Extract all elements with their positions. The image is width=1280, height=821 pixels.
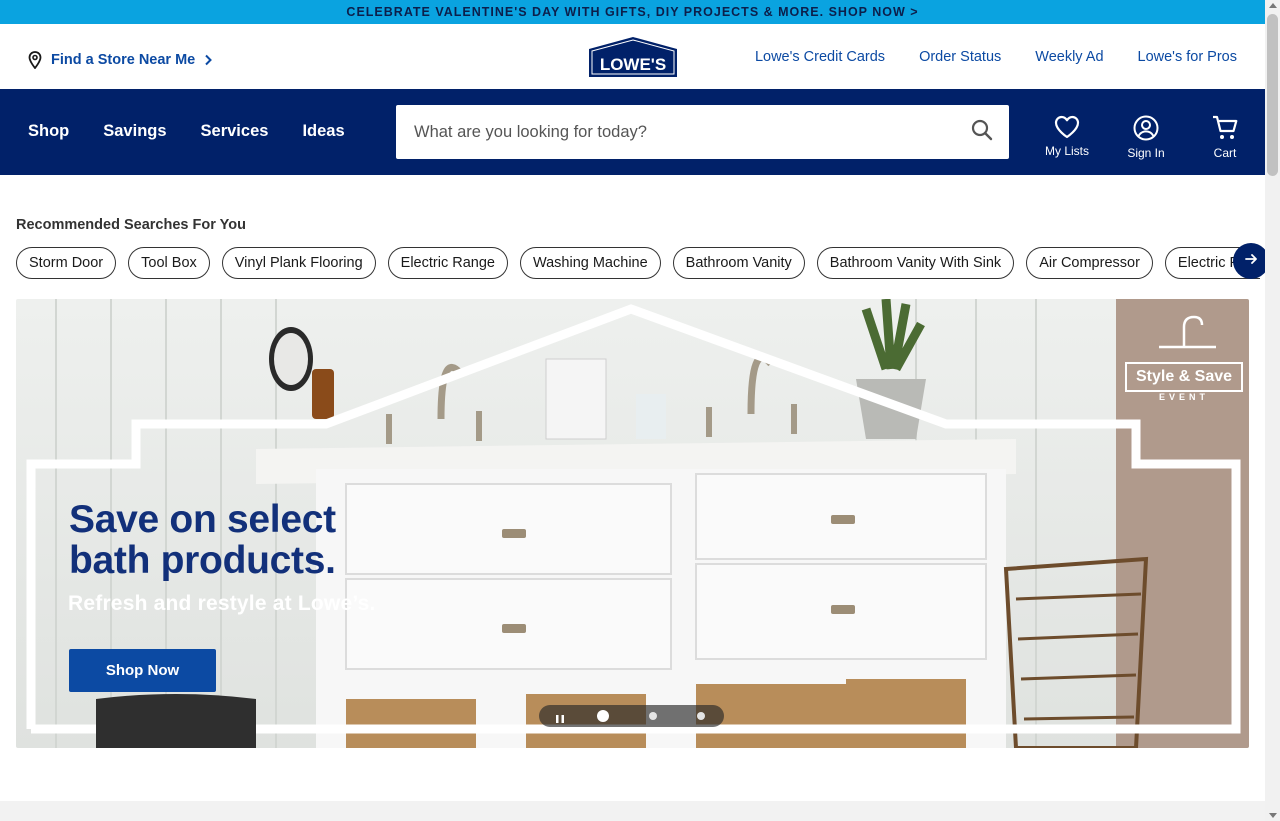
utility-header: Find a Store Near Me LOWE'S Lowe's Credi… <box>0 24 1265 89</box>
recommended-title: Recommended Searches For You <box>16 217 246 233</box>
user-icon <box>1133 115 1159 146</box>
search-input[interactable] <box>396 105 955 159</box>
cart-label: Cart <box>1213 146 1237 160</box>
carousel-dot-1[interactable] <box>597 710 609 722</box>
scroll-up-icon[interactable] <box>1269 3 1277 8</box>
sign-in-button[interactable]: Sign In <box>1104 115 1188 160</box>
chip-bathroom-vanity-with-sink[interactable]: Bathroom Vanity With Sink <box>816 247 1015 279</box>
shop-now-button[interactable]: Shop Now <box>69 649 216 692</box>
logo-text: LOWE'S <box>600 55 666 74</box>
chip-washing-machine[interactable]: Washing Machine <box>519 247 661 279</box>
hero-banner[interactable]: Save on select bath products. Refresh an… <box>16 299 1249 748</box>
carousel-dot-3[interactable] <box>697 712 705 720</box>
chip-vinyl-plank-flooring[interactable]: Vinyl Plank Flooring <box>221 247 376 279</box>
sign-in-label: Sign In <box>1127 146 1165 160</box>
chip-bathroom-vanity[interactable]: Bathroom Vanity <box>672 247 805 279</box>
chip-storm-door[interactable]: Storm Door <box>16 247 117 279</box>
heart-icon <box>1054 115 1080 144</box>
chip-tool-box[interactable]: Tool Box <box>128 247 210 279</box>
style-save-badge-sub: EVENT <box>1158 392 1209 402</box>
nav-services[interactable]: Services <box>201 122 269 141</box>
hero-headline: Save on select bath products. <box>69 499 336 581</box>
order-status-link[interactable]: Order Status <box>919 49 1001 65</box>
page: CELEBRATE VALENTINE'S DAY WITH GIFTS, DI… <box>0 0 1265 821</box>
promo-text[interactable]: CELEBRATE VALENTINE'S DAY WITH GIFTS, DI… <box>346 5 918 19</box>
chip-electric-range[interactable]: Electric Range <box>387 247 508 279</box>
nav-icons: My Lists Sign In Cart <box>1030 115 1262 160</box>
nav-shop[interactable]: Shop <box>28 122 69 141</box>
lowes-logo[interactable]: LOWE'S <box>589 37 677 77</box>
pros-link[interactable]: Lowe's for Pros <box>1138 49 1237 65</box>
page-scrollbar[interactable] <box>1265 0 1280 821</box>
scroll-down-icon[interactable] <box>1269 813 1277 818</box>
my-lists-label: My Lists <box>1044 144 1089 158</box>
utility-links: Lowe's Credit Cards Order Status Weekly … <box>755 49 1237 65</box>
credit-cards-link[interactable]: Lowe's Credit Cards <box>755 49 885 65</box>
arrow-right-icon <box>1244 252 1258 271</box>
my-lists-button[interactable]: My Lists <box>1030 115 1104 160</box>
carousel-controls <box>539 705 724 727</box>
find-store-link[interactable]: Find a Store Near Me <box>27 51 213 69</box>
main-nav: Shop Savings Services Ideas My Lists <box>0 89 1265 175</box>
nav-ideas[interactable]: Ideas <box>302 122 344 141</box>
search-icon <box>971 119 993 146</box>
nav-savings[interactable]: Savings <box>103 122 166 141</box>
cart-button[interactable]: Cart <box>1188 115 1262 160</box>
cart-icon <box>1212 115 1238 146</box>
recommended-chips: Storm Door Tool Box Vinyl Plank Flooring… <box>16 247 1260 279</box>
hero-subtitle: Refresh and restyle at Lowe’s. <box>68 592 376 615</box>
carousel-dot-2[interactable] <box>649 712 657 720</box>
chip-air-compressor[interactable]: Air Compressor <box>1026 247 1153 279</box>
location-pin-icon <box>27 51 43 69</box>
scroll-thumb[interactable] <box>1267 14 1278 176</box>
promo-banner[interactable]: CELEBRATE VALENTINE'S DAY WITH GIFTS, DI… <box>0 0 1265 24</box>
find-store-label: Find a Store Near Me <box>51 52 196 68</box>
search-bar <box>396 105 1009 159</box>
section-divider <box>0 801 1265 821</box>
hero-headline-line2: bath products. <box>69 539 336 582</box>
style-save-badge: Style & Save <box>1125 362 1243 392</box>
search-button[interactable] <box>955 105 1009 159</box>
hero-headline-line1: Save on select <box>69 498 336 541</box>
nav-menu: Shop Savings Services Ideas <box>28 122 345 141</box>
chips-next-button[interactable] <box>1233 243 1265 279</box>
weekly-ad-link[interactable]: Weekly Ad <box>1035 49 1103 65</box>
pause-icon[interactable] <box>555 711 565 723</box>
chevron-right-icon <box>203 54 213 66</box>
